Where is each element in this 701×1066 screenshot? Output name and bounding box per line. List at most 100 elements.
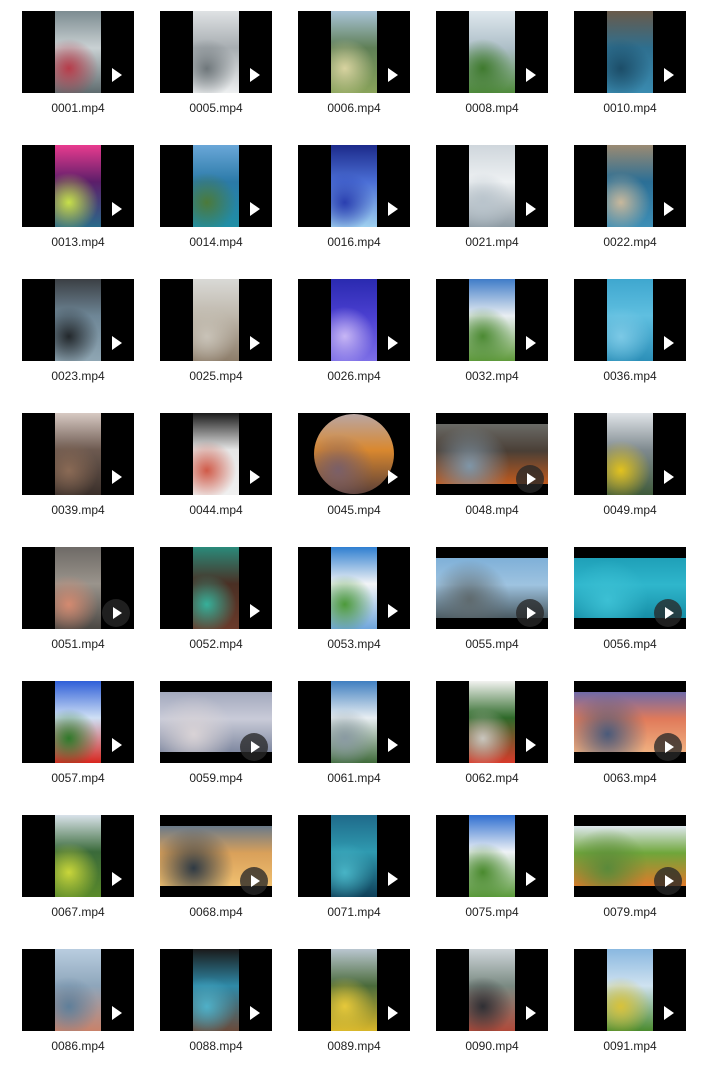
play-icon	[388, 336, 398, 350]
video-file-item[interactable]: 0021.mp4	[436, 145, 548, 255]
play-icon	[250, 470, 260, 484]
video-file-item[interactable]: 0052.mp4	[160, 547, 272, 657]
play-icon	[250, 68, 260, 82]
video-thumbnail[interactable]	[22, 145, 134, 227]
video-thumbnail[interactable]	[574, 949, 686, 1031]
video-file-item[interactable]: 0091.mp4	[574, 949, 686, 1059]
video-thumbnail[interactable]	[298, 11, 410, 93]
video-thumbnail[interactable]	[160, 145, 272, 227]
video-file-item[interactable]: 0039.mp4	[22, 413, 134, 523]
video-thumbnail[interactable]	[574, 815, 686, 897]
video-thumbnail[interactable]	[574, 547, 686, 629]
video-file-item[interactable]: 0067.mp4	[22, 815, 134, 925]
video-thumbnail[interactable]	[160, 949, 272, 1031]
video-thumbnail[interactable]	[298, 145, 410, 227]
thumbnail-image	[193, 547, 239, 629]
file-name: 0068.mp4	[189, 905, 243, 919]
video-file-item[interactable]: 0068.mp4	[160, 815, 272, 925]
file-name: 0052.mp4	[189, 637, 243, 651]
video-thumbnail[interactable]	[160, 681, 272, 763]
video-file-item[interactable]: 0053.mp4	[298, 547, 410, 657]
video-thumbnail[interactable]	[436, 681, 548, 763]
video-thumbnail[interactable]	[22, 11, 134, 93]
video-file-item[interactable]: 0051.mp4	[22, 547, 134, 657]
video-thumbnail[interactable]	[574, 413, 686, 495]
video-thumbnail[interactable]	[22, 949, 134, 1031]
video-file-item[interactable]: 0079.mp4	[574, 815, 686, 925]
video-file-item[interactable]: 0008.mp4	[436, 11, 548, 121]
video-file-item[interactable]: 0045.mp4	[298, 413, 410, 523]
video-thumbnail[interactable]	[436, 279, 548, 361]
video-thumbnail[interactable]	[298, 279, 410, 361]
video-file-item[interactable]: 0048.mp4	[436, 413, 548, 523]
video-file-item[interactable]: 0032.mp4	[436, 279, 548, 389]
video-file-item[interactable]: 0061.mp4	[298, 681, 410, 791]
video-thumbnail[interactable]	[22, 279, 134, 361]
video-file-item[interactable]: 0023.mp4	[22, 279, 134, 389]
video-thumbnail-grid: 0001.mp4 0005.mp4 0006.mp4 0008.mp4 0010.mp4…	[0, 0, 701, 1066]
video-thumbnail[interactable]	[298, 949, 410, 1031]
video-thumbnail[interactable]	[436, 11, 548, 93]
video-file-item[interactable]: 0057.mp4	[22, 681, 134, 791]
video-thumbnail[interactable]	[22, 413, 134, 495]
video-file-item[interactable]: 0025.mp4	[160, 279, 272, 389]
file-name: 0062.mp4	[465, 771, 519, 785]
video-file-item[interactable]: 0059.mp4	[160, 681, 272, 791]
video-file-item[interactable]: 0026.mp4	[298, 279, 410, 389]
file-name: 0053.mp4	[327, 637, 381, 651]
play-icon	[654, 733, 682, 761]
video-thumbnail[interactable]	[298, 413, 410, 495]
video-thumbnail[interactable]	[436, 949, 548, 1031]
video-file-item[interactable]: 0044.mp4	[160, 413, 272, 523]
video-thumbnail[interactable]	[574, 681, 686, 763]
video-thumbnail[interactable]	[436, 547, 548, 629]
video-file-item[interactable]: 0016.mp4	[298, 145, 410, 255]
video-file-item[interactable]: 0036.mp4	[574, 279, 686, 389]
video-file-item[interactable]: 0001.mp4	[22, 11, 134, 121]
play-icon	[112, 738, 122, 752]
thumbnail-image	[331, 279, 377, 361]
video-thumbnail[interactable]	[22, 547, 134, 629]
video-file-item[interactable]: 0090.mp4	[436, 949, 548, 1059]
video-thumbnail[interactable]	[574, 145, 686, 227]
video-thumbnail[interactable]	[160, 279, 272, 361]
video-thumbnail[interactable]	[160, 815, 272, 897]
video-thumbnail[interactable]	[22, 815, 134, 897]
video-thumbnail[interactable]	[160, 11, 272, 93]
play-icon	[102, 599, 130, 627]
play-icon	[112, 470, 122, 484]
video-thumbnail[interactable]	[436, 413, 548, 495]
play-icon	[664, 68, 674, 82]
thumbnail-image	[469, 145, 515, 227]
video-file-item[interactable]: 0062.mp4	[436, 681, 548, 791]
video-file-item[interactable]: 0005.mp4	[160, 11, 272, 121]
video-thumbnail[interactable]	[298, 815, 410, 897]
video-thumbnail[interactable]	[574, 279, 686, 361]
video-file-item[interactable]: 0055.mp4	[436, 547, 548, 657]
video-file-item[interactable]: 0014.mp4	[160, 145, 272, 255]
video-thumbnail[interactable]	[160, 413, 272, 495]
video-file-item[interactable]: 0071.mp4	[298, 815, 410, 925]
video-file-item[interactable]: 0049.mp4	[574, 413, 686, 523]
video-file-item[interactable]: 0089.mp4	[298, 949, 410, 1059]
video-file-item[interactable]: 0010.mp4	[574, 11, 686, 121]
video-thumbnail[interactable]	[298, 681, 410, 763]
file-name: 0021.mp4	[465, 235, 519, 249]
video-file-item[interactable]: 0075.mp4	[436, 815, 548, 925]
thumbnail-image	[607, 279, 653, 361]
video-thumbnail[interactable]	[436, 145, 548, 227]
video-file-item[interactable]: 0063.mp4	[574, 681, 686, 791]
video-file-item[interactable]: 0013.mp4	[22, 145, 134, 255]
video-thumbnail[interactable]	[574, 11, 686, 93]
video-thumbnail[interactable]	[436, 815, 548, 897]
video-file-item[interactable]: 0088.mp4	[160, 949, 272, 1059]
video-file-item[interactable]: 0006.mp4	[298, 11, 410, 121]
thumbnail-image	[55, 547, 101, 629]
video-file-item[interactable]: 0056.mp4	[574, 547, 686, 657]
file-name: 0039.mp4	[51, 503, 105, 517]
video-thumbnail[interactable]	[22, 681, 134, 763]
video-thumbnail[interactable]	[160, 547, 272, 629]
video-thumbnail[interactable]	[298, 547, 410, 629]
video-file-item[interactable]: 0022.mp4	[574, 145, 686, 255]
video-file-item[interactable]: 0086.mp4	[22, 949, 134, 1059]
